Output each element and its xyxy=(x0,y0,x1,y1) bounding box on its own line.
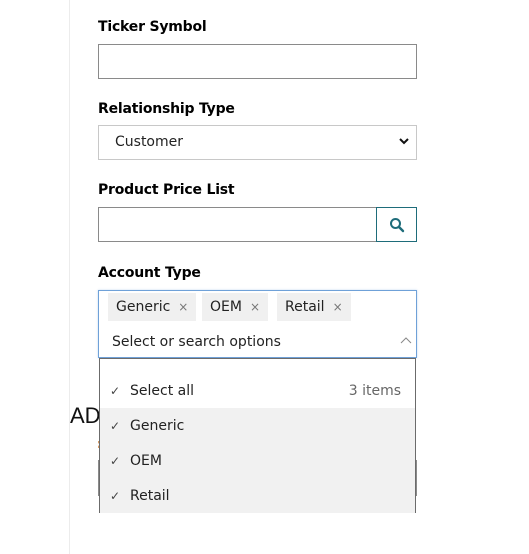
close-icon[interactable]: × xyxy=(178,300,188,314)
ticker-symbol-label: Ticker Symbol xyxy=(98,19,207,35)
check-icon: ✓ xyxy=(110,453,121,468)
product-price-list-search-button[interactable] xyxy=(376,207,417,242)
option-generic[interactable]: ✓ Generic xyxy=(100,408,415,443)
tag-generic: Generic × xyxy=(108,293,197,321)
product-price-list-label: Product Price List xyxy=(98,182,235,198)
option-label: Retail xyxy=(130,487,170,504)
option-oem[interactable]: ✓ OEM xyxy=(100,443,415,478)
section-heading-fragment: AD xyxy=(70,403,101,428)
tag-retail: Retail × xyxy=(277,293,351,321)
relationship-type-value: Customer xyxy=(115,134,184,150)
close-icon[interactable]: × xyxy=(333,300,343,314)
tag-oem: OEM × xyxy=(202,293,269,321)
chevron-down-icon xyxy=(399,138,409,145)
items-count: 3 items xyxy=(348,382,401,399)
account-type-dropdown: ✓ Select all 3 items ✓ Generic ✓ OEM ✓ R… xyxy=(99,358,416,513)
account-type-multiselect[interactable]: Generic × OEM × Retail × Select or searc… xyxy=(98,290,417,358)
option-retail[interactable]: ✓ Retail xyxy=(100,478,415,513)
select-all-label: Select all xyxy=(130,382,194,399)
select-all-option[interactable]: ✓ Select all 3 items xyxy=(100,373,415,408)
account-type-search-input[interactable]: Select or search options xyxy=(112,334,281,350)
page-left-border xyxy=(69,0,70,554)
tag-label: Retail xyxy=(285,299,325,315)
check-icon: ✓ xyxy=(110,418,121,433)
check-icon: ✓ xyxy=(110,488,121,503)
relationship-type-label: Relationship Type xyxy=(98,101,235,117)
check-icon: ✓ xyxy=(110,383,121,398)
product-price-list-input[interactable] xyxy=(98,207,377,242)
chevron-up-icon[interactable] xyxy=(400,335,412,345)
option-label: OEM xyxy=(130,452,162,469)
close-icon[interactable]: × xyxy=(250,300,260,314)
relationship-type-select[interactable]: Customer xyxy=(98,125,417,160)
tag-label: Generic xyxy=(116,299,171,315)
account-type-label: Account Type xyxy=(98,265,201,281)
ticker-symbol-input[interactable] xyxy=(98,44,417,79)
search-icon xyxy=(389,217,404,232)
tag-label: OEM xyxy=(210,299,242,315)
option-label: Generic xyxy=(130,417,185,434)
